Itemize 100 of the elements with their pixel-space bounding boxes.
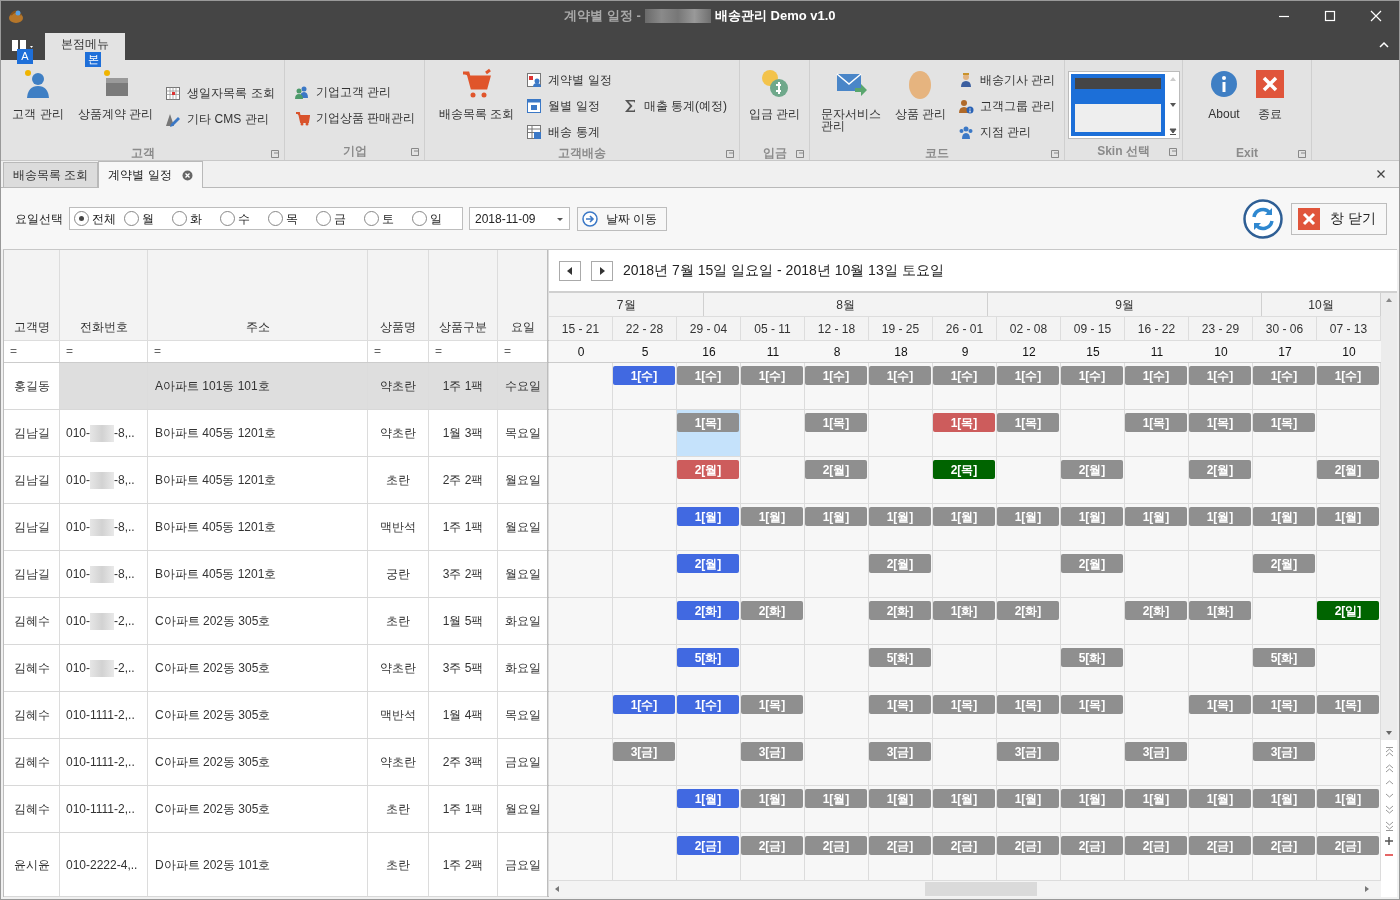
filter-cell[interactable]: = xyxy=(429,341,498,362)
schedule-cell[interactable]: 1[목] xyxy=(997,692,1061,738)
ribbon-button[interactable]: 지점 관리 xyxy=(956,121,1058,143)
launcher-icon[interactable] xyxy=(1051,150,1059,158)
schedule-entry[interactable]: 2[화] xyxy=(741,601,803,620)
schedule-cell[interactable]: 1[월] xyxy=(1061,504,1125,550)
launcher-icon[interactable] xyxy=(796,150,804,158)
schedule-entry[interactable]: 2[금] xyxy=(1125,836,1187,855)
schedule-cell[interactable]: 5[화] xyxy=(677,645,741,691)
schedule-cell[interactable]: 1[월] xyxy=(997,504,1061,550)
schedule-cell[interactable]: 1[수] xyxy=(1317,363,1381,409)
filter-cell[interactable]: = xyxy=(4,341,60,362)
schedule-entry[interactable]: 1[월] xyxy=(997,507,1059,526)
schedule-entry[interactable]: 1[수] xyxy=(1317,366,1379,385)
ribbon-button[interactable]: 배송목록 조회 xyxy=(435,68,519,144)
schedule-entry[interactable]: 1[월] xyxy=(997,789,1059,808)
schedule-entry[interactable]: 2[월] xyxy=(677,460,739,479)
schedule-cell[interactable]: 1[월] xyxy=(933,786,997,832)
schedule-cell[interactable]: 2[금] xyxy=(1125,833,1189,880)
schedule-entry[interactable]: 1[목] xyxy=(933,695,995,714)
schedule-entry[interactable]: 1[월] xyxy=(741,507,803,526)
app-menu-icon[interactable] xyxy=(10,37,36,54)
schedule-entry[interactable]: 1[월] xyxy=(1189,789,1251,808)
schedule-entry[interactable]: 2[금] xyxy=(1317,836,1379,855)
schedule-cell[interactable]: 1[월] xyxy=(1253,786,1317,832)
schedule-cell[interactable]: 1[월] xyxy=(805,504,869,550)
schedule-cell[interactable]: 2[월] xyxy=(677,551,741,597)
schedule-entry[interactable]: 2[금] xyxy=(933,836,995,855)
ribbon-button[interactable]: 배송 통계 xyxy=(524,121,614,143)
schedule-entry[interactable]: 1[월] xyxy=(1317,789,1379,808)
schedule-cell[interactable]: 1[월] xyxy=(1189,786,1253,832)
schedule-entry[interactable]: 1[월] xyxy=(805,789,867,808)
schedule-cell[interactable]: 2[월] xyxy=(677,457,741,503)
up-icon[interactable] xyxy=(1384,778,1394,787)
schedule-cell[interactable]: 2[일] xyxy=(1317,598,1381,644)
schedule-cell[interactable]: 1[목] xyxy=(997,410,1061,456)
go-button[interactable]: 날짜 이동 xyxy=(577,206,668,231)
launcher-icon[interactable] xyxy=(1169,148,1177,156)
schedule-entry[interactable]: 1[월] xyxy=(869,507,931,526)
page-down-icon[interactable] xyxy=(1384,804,1394,816)
table-row[interactable]: 김남길 010- -8,.. B아파트 405동 1201호 약초란 1월 3팩 목요일 xyxy=(4,410,547,457)
schedule-cell[interactable]: 2[금] xyxy=(933,833,997,880)
schedule-cell[interactable]: 2[월] xyxy=(1317,457,1381,503)
schedule-cell[interactable]: 2[금] xyxy=(741,833,805,880)
document-tab[interactable]: 계약별 일정 xyxy=(98,161,203,188)
schedule-entry[interactable]: 1[월] xyxy=(933,507,995,526)
plus-icon[interactable] xyxy=(1384,836,1394,846)
schedule-cell[interactable]: 1[월] xyxy=(933,504,997,550)
schedule-entry[interactable]: 1[수] xyxy=(613,366,675,385)
schedule-cell[interactable]: 3[금] xyxy=(1253,739,1317,785)
schedule-entry[interactable]: 1[수] xyxy=(805,366,867,385)
schedule-entry[interactable]: 2[월] xyxy=(1317,460,1379,479)
ribbon-button[interactable]: 월별 일정 xyxy=(524,95,614,117)
schedule-entry[interactable]: 5[화] xyxy=(1253,648,1315,667)
schedule-entry[interactable]: 1[목] xyxy=(997,413,1059,432)
table-row[interactable]: 김혜수 010-1111-2,.. C아파트 202동 305호 초란 1주 1팩 월요일 xyxy=(4,786,547,833)
previous-button[interactable] xyxy=(559,260,581,281)
schedule-cell[interactable]: 1[월] xyxy=(1189,504,1253,550)
schedule-entry[interactable]: 1[목] xyxy=(1189,695,1251,714)
schedule-entry[interactable]: 2[금] xyxy=(677,836,739,855)
schedule-entry[interactable]: 5[화] xyxy=(677,648,739,667)
schedule-cell[interactable]: 1[목] xyxy=(1253,410,1317,456)
schedule-cell[interactable]: 1[수] xyxy=(1189,363,1253,409)
ribbon-button[interactable]: 계약별 일정 xyxy=(524,69,614,91)
schedule-entry[interactable]: 1[수] xyxy=(613,695,675,714)
next-button[interactable] xyxy=(591,260,613,281)
schedule-entry[interactable]: 1[월] xyxy=(741,789,803,808)
schedule-entry[interactable]: 2[금] xyxy=(1189,836,1251,855)
scrollbar-thumb[interactable] xyxy=(925,882,1037,896)
schedule-cell[interactable]: 1[월] xyxy=(741,504,805,550)
schedule-entry[interactable]: 1[수] xyxy=(677,695,739,714)
radio-button[interactable]: 월 xyxy=(124,209,172,228)
ribbon-button[interactable]: 배송기사 관리 xyxy=(956,69,1058,91)
schedule-entry[interactable]: 3[금] xyxy=(1253,742,1315,761)
schedule-cell[interactable]: 1[월] xyxy=(1317,504,1381,550)
ribbon-button[interactable]: 기타 CMS 관리 xyxy=(163,108,277,130)
schedule-cell[interactable]: 1[목] xyxy=(1253,692,1317,738)
schedule-cell[interactable]: 2[월] xyxy=(805,457,869,503)
schedule-entry[interactable]: 2[금] xyxy=(805,836,867,855)
schedule-cell[interactable]: 1[수] xyxy=(677,363,741,409)
schedule-entry[interactable]: 1[목] xyxy=(997,695,1059,714)
schedule-entry[interactable]: 1[수] xyxy=(933,366,995,385)
schedule-entry[interactable]: 3[금] xyxy=(997,742,1059,761)
ribbon-button[interactable]: 종료 xyxy=(1250,68,1290,144)
schedule-entry[interactable]: 1[수] xyxy=(997,366,1059,385)
schedule-entry[interactable]: 1[목] xyxy=(805,413,867,432)
schedule-cell[interactable]: 1[수] xyxy=(805,363,869,409)
schedule-cell[interactable]: 3[금] xyxy=(997,739,1061,785)
schedule-cell[interactable]: 1[월] xyxy=(805,786,869,832)
schedule-cell[interactable]: 5[화] xyxy=(869,645,933,691)
schedule-entry[interactable]: 1[월] xyxy=(1317,507,1379,526)
schedule-cell[interactable]: 1[목] xyxy=(933,410,997,456)
last-icon[interactable] xyxy=(1384,820,1394,832)
schedule-entry[interactable]: 1[월] xyxy=(1253,507,1315,526)
schedule-cell[interactable]: 1[목] xyxy=(805,410,869,456)
date-field[interactable]: 2018-11-09 xyxy=(469,207,570,230)
skin-gallery[interactable] xyxy=(1067,71,1180,139)
schedule-entry[interactable]: 2[월] xyxy=(1253,554,1315,573)
table-row[interactable]: 김남길 010- -8,.. B아파트 405동 1201호 초란 2주 2팩 월요일 xyxy=(4,457,547,504)
schedule-cell[interactable]: 3[금] xyxy=(1125,739,1189,785)
